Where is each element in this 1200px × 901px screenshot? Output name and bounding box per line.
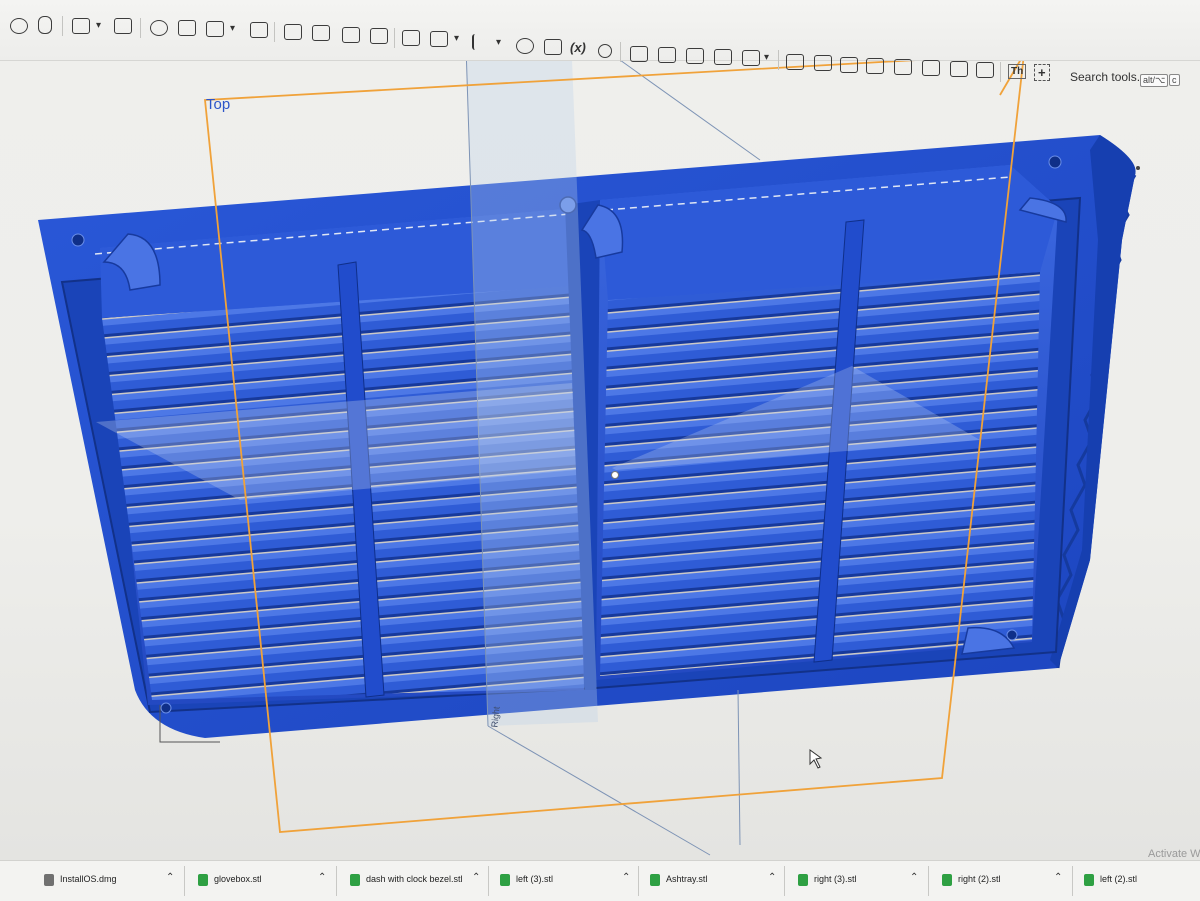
- frame-icon[interactable]: [786, 54, 804, 70]
- mouse-cursor-icon: [809, 749, 823, 769]
- fillet-icon[interactable]: [284, 24, 302, 40]
- activation-watermark: Activate W: [1148, 848, 1200, 860]
- derived-icon[interactable]: [598, 44, 612, 58]
- download-separator: [1072, 866, 1073, 896]
- finish-sheet-metal-icon[interactable]: [976, 62, 994, 78]
- mate-connector-icon[interactable]: [544, 39, 562, 55]
- download-filename: dash with clock bezel.stl: [366, 874, 463, 884]
- chevron-down-icon[interactable]: ▾: [764, 52, 769, 63]
- download-separator: [336, 866, 337, 896]
- chevron-down-icon[interactable]: ▾: [496, 37, 501, 48]
- joint-icon[interactable]: [714, 49, 732, 65]
- chevron-up-icon[interactable]: ⌃: [472, 872, 480, 883]
- thread-icon[interactable]: Th: [1008, 64, 1027, 79]
- stl-file-icon: [942, 874, 952, 886]
- chevron-down-icon[interactable]: ▾: [230, 23, 235, 34]
- extrude-icon[interactable]: [38, 16, 52, 34]
- stl-file-icon: [650, 874, 660, 886]
- unfold-icon[interactable]: [894, 59, 912, 75]
- bend-relief-icon[interactable]: [814, 55, 832, 71]
- tab-icon[interactable]: [686, 48, 704, 64]
- sheet-metal-icon[interactable]: [630, 46, 648, 62]
- chevron-down-icon[interactable]: ▾: [96, 20, 101, 31]
- shortcut-letter-key: c: [1169, 74, 1180, 86]
- toolbar-separator: [140, 18, 141, 38]
- toolbar-separator: [394, 28, 395, 48]
- download-separator: [638, 866, 639, 896]
- revolve-icon[interactable]: [72, 18, 90, 34]
- hem-icon[interactable]: [866, 58, 884, 74]
- part-3d-view[interactable]: [0, 0, 1200, 860]
- flange-icon[interactable]: [658, 47, 676, 63]
- download-filename: left (3).stl: [516, 874, 554, 884]
- split-icon[interactable]: [178, 20, 196, 36]
- download-filename: InstallOS.dmg: [60, 874, 117, 884]
- toolbar-separator: [1000, 62, 1001, 82]
- chevron-down-icon[interactable]: ▾: [454, 33, 459, 44]
- plane-icon[interactable]: [402, 30, 420, 46]
- download-separator: [928, 866, 929, 896]
- download-separator: [784, 866, 785, 896]
- measure-icon[interactable]: [516, 38, 534, 54]
- view-cube-top-label[interactable]: Top: [206, 96, 230, 113]
- chevron-up-icon[interactable]: ⌃: [622, 872, 630, 883]
- download-filename: glovebox.stl: [214, 874, 262, 884]
- sweep-icon[interactable]: [114, 18, 132, 34]
- stl-file-icon: [198, 874, 208, 886]
- chevron-up-icon[interactable]: ⌃: [318, 872, 326, 883]
- rip-icon[interactable]: [922, 60, 940, 76]
- delete-part-icon[interactable]: [250, 22, 268, 38]
- stl-file-icon: [350, 874, 360, 886]
- download-filename: Ashtray.stl: [666, 874, 708, 884]
- chamfer-icon[interactable]: [312, 25, 330, 41]
- download-filename: left (2).stl: [1100, 874, 1138, 884]
- download-filename: right (2).stl: [958, 874, 1001, 884]
- add-custom-feature-icon[interactable]: +: [1034, 64, 1050, 81]
- shell-icon[interactable]: [370, 28, 388, 44]
- stl-file-icon: [1084, 874, 1094, 886]
- list-icon[interactable]: [472, 34, 490, 50]
- feature-toolbar: ▾ ▾ ▾ ▾ (x) ▾ Th +: [0, 0, 1200, 82]
- download-separator: [184, 866, 185, 896]
- chevron-up-icon[interactable]: ⌃: [1054, 872, 1062, 883]
- sketch-icon[interactable]: [10, 18, 28, 34]
- chevron-up-icon[interactable]: ⌃: [166, 872, 174, 883]
- toolbar-separator: [62, 16, 63, 36]
- transform-icon[interactable]: [206, 21, 224, 37]
- form-icon[interactable]: [840, 57, 858, 73]
- draft-icon[interactable]: [342, 27, 360, 43]
- chevron-up-icon[interactable]: ⌃: [768, 872, 776, 883]
- disk-image-icon: [44, 874, 54, 886]
- boolean-icon[interactable]: [150, 20, 168, 36]
- variable-icon[interactable]: (x): [570, 40, 586, 55]
- shortcut-modifier-key: alt/⌥: [1140, 74, 1169, 87]
- toolbar-separator: [620, 42, 621, 62]
- download-separator: [488, 866, 489, 896]
- bend-icon[interactable]: [950, 61, 968, 77]
- download-filename: right (3).stl: [814, 874, 857, 884]
- corner-icon[interactable]: [742, 50, 760, 66]
- download-bar: [0, 860, 1200, 901]
- pattern-icon[interactable]: [430, 31, 448, 47]
- toolbar-separator: [778, 50, 779, 70]
- stl-file-icon: [500, 874, 510, 886]
- search-tools-input[interactable]: Search tools...: [1070, 70, 1147, 84]
- cad-viewport[interactable]: Top Right: [0, 0, 1200, 860]
- toolbar-separator: [274, 22, 275, 42]
- chevron-up-icon[interactable]: ⌃: [910, 872, 918, 883]
- stl-file-icon: [798, 874, 808, 886]
